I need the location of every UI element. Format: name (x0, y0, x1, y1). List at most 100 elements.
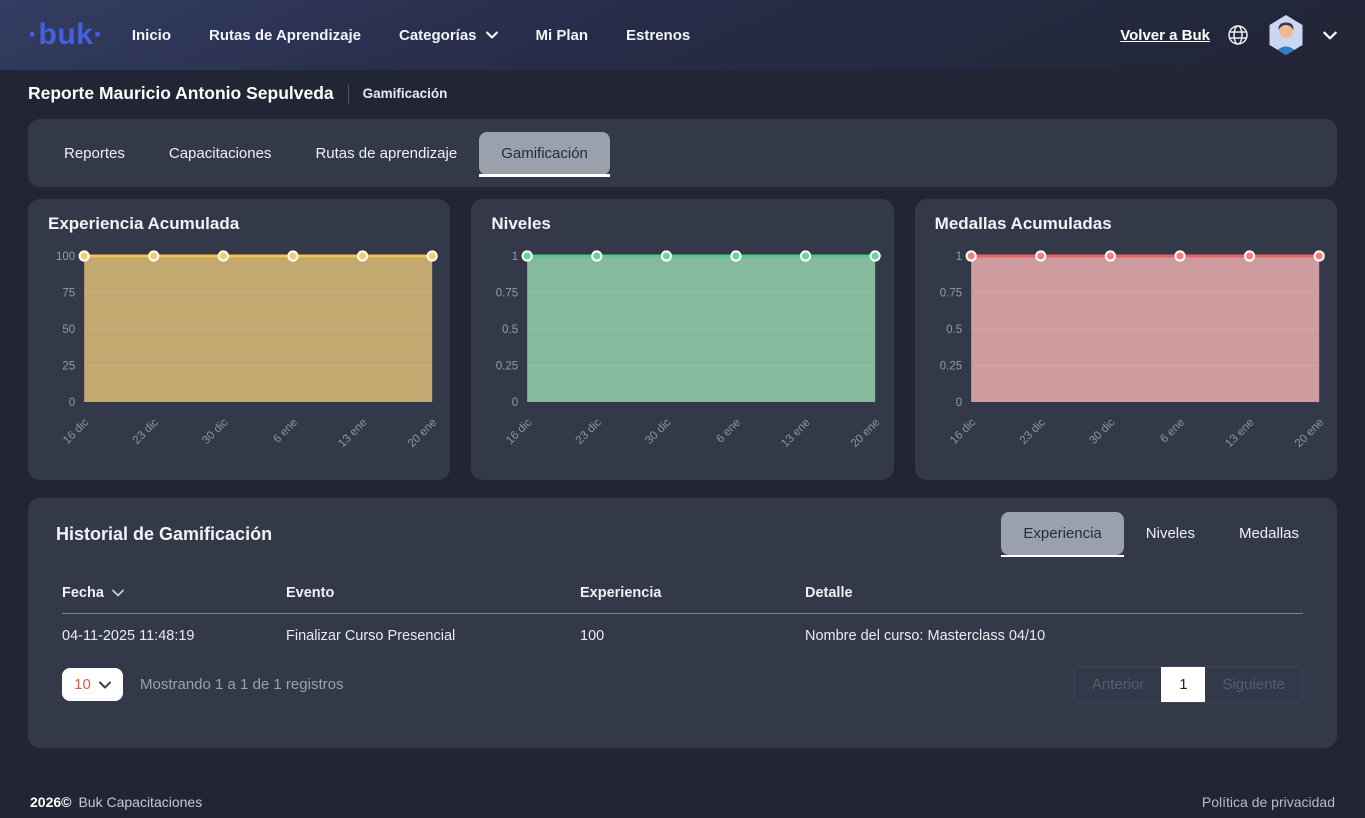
column-header-evento[interactable]: Evento (286, 585, 580, 601)
svg-text:0.25: 0.25 (496, 361, 518, 373)
previous-page-button[interactable]: Anterior (1075, 667, 1162, 702)
tab-capacitaciones[interactable]: Capacitaciones (147, 132, 294, 175)
table-body: 04-11-2025 11:48:19Finalizar Curso Prese… (62, 614, 1303, 657)
top-navbar: ·buk· Inicio Rutas de Aprendizaje Categorí… (0, 0, 1365, 70)
nav-item-categorias[interactable]: Categorías (399, 27, 498, 44)
footer: 2026© Buk Capacitaciones Política de pri… (30, 794, 1335, 810)
buk-logo[interactable]: ·buk· (28, 20, 104, 50)
chart-card-medallas-acumuladas: Medallas Acumuladas 0 0.25 0.5 0.75 1 16 dic 23… (915, 199, 1337, 480)
tab-rutas-de-aprendizaje[interactable]: Rutas de aprendizaje (293, 132, 479, 175)
nav-item-estrenos[interactable]: Estrenos (626, 27, 690, 44)
svg-text:30 dic: 30 dic (644, 416, 674, 446)
history-tab-medallas[interactable]: Medallas (1217, 512, 1321, 555)
svg-text:0.5: 0.5 (946, 324, 962, 336)
navbar-items: Inicio Rutas de Aprendizaje Categorías Mi P… (132, 27, 690, 44)
svg-text:0: 0 (69, 397, 75, 409)
nav-item-label: Categorías (399, 27, 477, 44)
column-header-fecha[interactable]: Fecha (62, 585, 286, 601)
nav-item-rutas-de-aprendizaje[interactable]: Rutas de Aprendizaje (209, 27, 361, 44)
nav-item-label: Mi Plan (536, 27, 589, 44)
svg-text:0.5: 0.5 (502, 324, 518, 336)
svg-text:13 ene: 13 ene (336, 417, 369, 450)
svg-text:30 dic: 30 dic (200, 416, 230, 446)
page-subtitle: Gamificación (363, 86, 448, 101)
sort-chevron-down-icon (112, 589, 124, 597)
table-row: 04-11-2025 11:48:19Finalizar Curso Prese… (62, 614, 1303, 657)
svg-text:13 ene: 13 ene (780, 417, 813, 450)
next-page-button[interactable]: Siguiente (1205, 667, 1302, 702)
table-cell: 04-11-2025 11:48:19 (62, 614, 286, 657)
svg-text:20 ene: 20 ene (849, 417, 882, 450)
nav-item-label: Rutas de Aprendizaje (209, 27, 361, 44)
area-chart-experiencia-acumulada: 0 25 50 75 100 16 dic 23 dic 30 dic 6 ene 13 ene 2… (38, 242, 440, 468)
svg-text:75: 75 (62, 288, 75, 300)
area-chart-niveles: 0 0.25 0.5 0.75 1 16 dic 23 dic 30 dic 6 ene 13 e… (481, 242, 883, 468)
area-chart-medallas-acumuladas: 0 0.25 0.5 0.75 1 16 dic 23 dic 30 dic 6 ene 13 e… (925, 242, 1327, 468)
report-tabs-bar: ReportesCapacitacionesRutas de aprendiza… (28, 119, 1337, 187)
svg-text:0: 0 (955, 397, 961, 409)
svg-text:1: 1 (512, 251, 518, 263)
tab-reportes[interactable]: Reportes (42, 132, 147, 175)
svg-text:0.75: 0.75 (496, 288, 518, 300)
svg-text:20 ene: 20 ene (406, 417, 439, 450)
profile-chevron-down-icon[interactable] (1323, 31, 1337, 40)
chevron-down-icon (486, 31, 498, 39)
table-header-row: FechaEventoExperienciaDetalle (62, 585, 1303, 614)
history-tabs: ExperienciaNivelesMedallas (1001, 512, 1321, 555)
history-title: Historial de Gamificación (56, 524, 272, 545)
tab-gamificacion[interactable]: Gamificación (479, 132, 610, 175)
svg-text:13 ene: 13 ene (1223, 417, 1256, 450)
svg-text:100: 100 (56, 251, 75, 263)
svg-text:1: 1 (955, 251, 961, 263)
records-summary: Mostrando 1 a 1 de 1 registros (140, 676, 343, 693)
select-chevron-down-icon (99, 681, 111, 689)
chart-card-experiencia-acumulada: Experiencia Acumulada 0 25 50 75 100 16 dic 23 … (28, 199, 450, 480)
avatar[interactable] (1266, 14, 1306, 56)
chart-title: Niveles (491, 214, 883, 234)
pagination-row: 10 Mostrando 1 a 1 de 1 registros Anteri… (62, 666, 1303, 703)
svg-text:16 dic: 16 dic (61, 416, 91, 446)
svg-text:0.75: 0.75 (939, 288, 961, 300)
page-size-select[interactable]: 10 (62, 668, 123, 701)
title-divider (348, 84, 349, 104)
svg-text:23 dic: 23 dic (574, 416, 604, 446)
table-cell: Nombre del curso: Masterclass 04/10 (805, 614, 1303, 657)
page-size-value: 10 (74, 676, 91, 693)
svg-text:0: 0 (512, 397, 518, 409)
svg-text:6 ene: 6 ene (715, 417, 744, 446)
svg-text:6 ene: 6 ene (271, 417, 300, 446)
svg-text:0.25: 0.25 (939, 361, 961, 373)
svg-text:6 ene: 6 ene (1158, 417, 1187, 446)
history-tab-experiencia[interactable]: Experiencia (1001, 512, 1123, 555)
history-card: Historial de Gamificación ExperienciaNiv… (28, 498, 1337, 748)
table-cell: 100 (580, 614, 805, 657)
svg-text:50: 50 (62, 324, 75, 336)
nav-item-inicio[interactable]: Inicio (132, 27, 171, 44)
svg-text:25: 25 (62, 361, 75, 373)
svg-text:20 ene: 20 ene (1293, 417, 1326, 450)
navbar-right: Volver a Buk (1120, 14, 1337, 56)
svg-text:30 dic: 30 dic (1087, 416, 1117, 446)
svg-text:16 dic: 16 dic (504, 416, 534, 446)
volver-a-buk-link[interactable]: Volver a Buk (1120, 27, 1210, 44)
footer-year: 2026© (30, 794, 71, 810)
nav-item-label: Inicio (132, 27, 171, 44)
chart-title: Medallas Acumuladas (935, 214, 1327, 234)
svg-text:23 dic: 23 dic (1017, 416, 1047, 446)
svg-text:16 dic: 16 dic (948, 416, 978, 446)
nav-item-label: Estrenos (626, 27, 690, 44)
chart-card-niveles: Niveles 0 0.25 0.5 0.75 1 16 dic 23 dic 30 dic 6 … (471, 199, 893, 480)
page-title: Reporte Mauricio Antonio Sepulveda (28, 83, 334, 104)
column-header-experiencia[interactable]: Experiencia (580, 585, 805, 601)
chart-title: Experiencia Acumulada (48, 214, 440, 234)
footer-brand: Buk Capacitaciones (78, 794, 202, 810)
nav-item-mi-plan[interactable]: Mi Plan (536, 27, 589, 44)
history-tab-niveles[interactable]: Niveles (1124, 512, 1217, 555)
charts-row: Experiencia Acumulada025507510016 dic23 … (28, 199, 1337, 480)
current-page-button[interactable]: 1 (1161, 667, 1205, 702)
svg-text:23 dic: 23 dic (131, 416, 161, 446)
table-cell: Finalizar Curso Presencial (286, 614, 580, 657)
privacy-policy-link[interactable]: Política de privacidad (1202, 794, 1335, 810)
column-header-detalle[interactable]: Detalle (805, 585, 1303, 601)
globe-icon[interactable] (1227, 24, 1249, 46)
